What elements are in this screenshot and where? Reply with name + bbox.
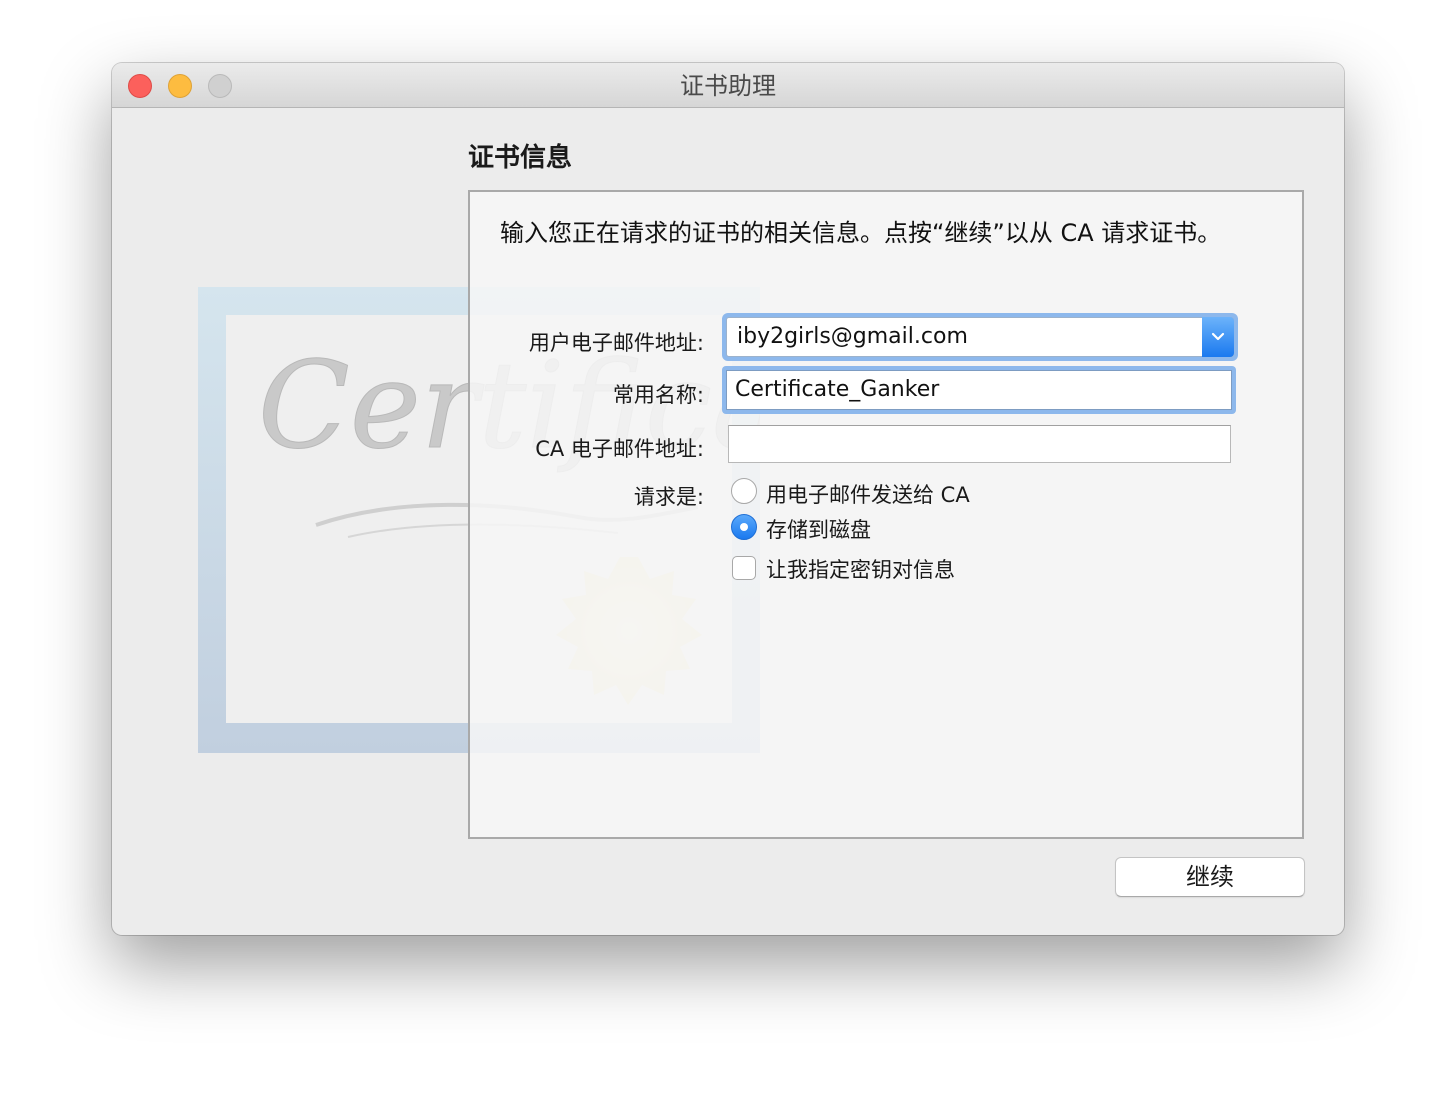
radio-email-to-ca[interactable] (731, 478, 757, 504)
specify-key-pair-label[interactable]: 让我指定密钥对信息 (766, 554, 955, 584)
instruction-text: 输入您正在请求的证书的相关信息。点按“继续”以从 CA 请求证书。 (500, 219, 1222, 247)
certificate-assistant-window: 证书助理 Certificate 证书信息 输入您正在请求的证书的相关信息。点按… (112, 63, 1344, 935)
continue-button[interactable]: 继续 (1115, 857, 1305, 897)
certificate-info-panel (468, 190, 1304, 839)
radio-email-to-ca-label[interactable]: 用电子邮件发送给 CA (766, 479, 970, 509)
window-title: 证书助理 (680, 72, 776, 100)
section-title: 证书信息 (468, 143, 573, 173)
specify-key-pair-checkbox[interactable] (732, 556, 756, 580)
title-bar: 证书助理 (112, 63, 1344, 108)
dropdown-button[interactable] (1202, 317, 1234, 357)
chevron-down-icon (1211, 332, 1225, 341)
radio-save-to-disk-label[interactable]: 存储到磁盘 (766, 514, 871, 544)
radio-save-to-disk[interactable] (731, 514, 757, 540)
user-email-value[interactable]: iby2girls@gmail.com (737, 318, 968, 356)
ca-email-label: CA 电子邮件地址: (535, 437, 704, 461)
request-type-label: 请求是: (633, 485, 704, 509)
common-name-label: 常用名称: (612, 383, 704, 407)
ca-email-input[interactable] (728, 425, 1231, 463)
user-email-combobox[interactable]: iby2girls@gmail.com (722, 313, 1238, 361)
common-name-field-focus[interactable]: Certificate_Ganker (722, 366, 1236, 414)
user-email-label: 用户电子邮件地址: (528, 331, 704, 355)
common-name-input[interactable]: Certificate_Ganker (726, 370, 1232, 410)
